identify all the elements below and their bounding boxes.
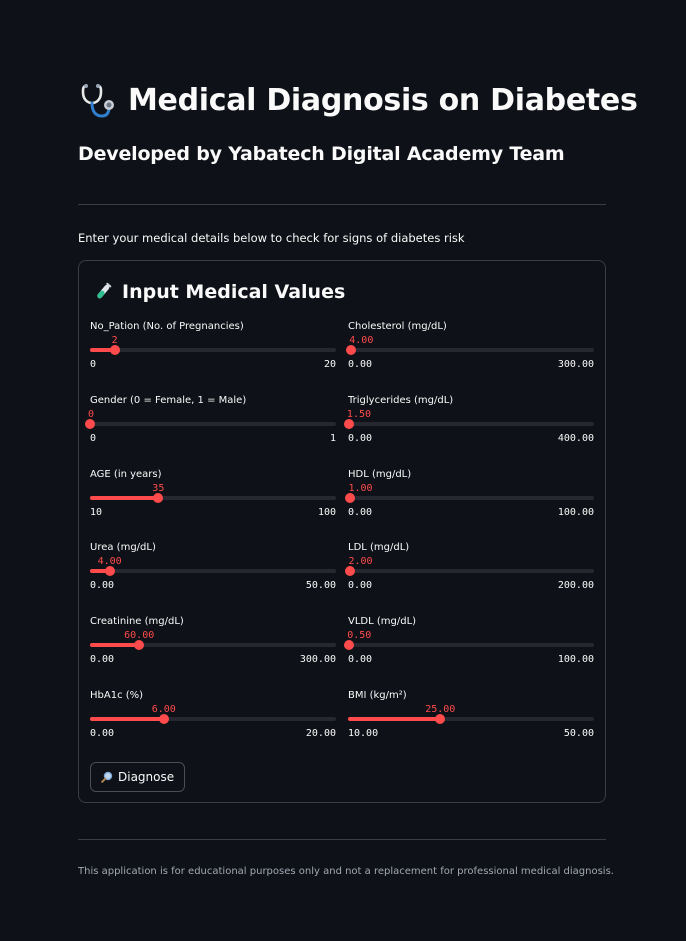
slider-track[interactable]: [345, 566, 594, 576]
test-tube-icon: [97, 282, 112, 299]
diagnose-button[interactable]: Diagnose: [90, 762, 186, 792]
slider-min-label: 0.00: [90, 654, 115, 665]
slider-max-label: 20: [323, 359, 336, 370]
form-heading-label: Input Medical Values: [122, 281, 346, 303]
slider-max-label: 100.00: [557, 507, 594, 518]
slider-min-label: 0.00: [348, 654, 373, 665]
slider-min-label: 0.00: [90, 728, 115, 739]
slider-label: Gender (0 = Female, 1 = Male): [90, 395, 247, 406]
disclaimer-text: This application is for educational purp…: [78, 866, 614, 877]
slider-age[interactable]: AGE (in years) 35 10 100: [90, 469, 336, 525]
slider-min-label: 0.00: [348, 433, 373, 444]
slider-thumb[interactable]: [153, 493, 164, 503]
app-page: Medical Diagnosis on Diabetes Developed …: [0, 0, 686, 941]
slider-thumb[interactable]: [346, 345, 357, 355]
slider-bmi[interactable]: BMI (kg/m²) 25.00 10.00 50.00: [348, 690, 594, 746]
slider-thumb[interactable]: [345, 566, 356, 576]
slider-thumb[interactable]: [104, 566, 115, 576]
slider-fill: [90, 643, 140, 647]
magnifier-icon: [101, 771, 113, 783]
slider-max-label: 300.00: [557, 359, 594, 370]
slider-track[interactable]: [90, 345, 336, 355]
slider-max-label: 50.00: [305, 580, 336, 591]
slider-triglycerides[interactable]: Triglycerides (mg/dL) 1.50 0.00 400.00: [343, 395, 594, 451]
slider-track[interactable]: [343, 419, 594, 429]
slider-min-label: 0.00: [348, 359, 373, 370]
slider-max-label: 400.00: [557, 433, 594, 444]
slider-label: Triglycerides (mg/dL): [348, 395, 454, 406]
form-heading: Input Medical Values: [92, 281, 345, 303]
slider-no-pation[interactable]: No_Pation (No. of Pregnancies) 2 0 20: [90, 321, 336, 377]
slider-track[interactable]: [90, 640, 336, 650]
slider-thumb[interactable]: [435, 714, 446, 724]
stethoscope-icon: [81, 84, 114, 118]
slider-max-label: 200.00: [557, 580, 594, 591]
slider-max-label: 1: [329, 433, 336, 444]
slider-thumb[interactable]: [134, 640, 145, 650]
slider-label: VLDL (mg/dL): [348, 616, 417, 627]
slider-track[interactable]: [90, 714, 336, 724]
slider-label: AGE (in years): [90, 469, 162, 480]
slider-vldl[interactable]: VLDL (mg/dL) 0.50 0.00 100.00: [344, 616, 594, 672]
input-form: Input Medical Values No_Pation (No. of P…: [78, 260, 606, 803]
slider-fill: [348, 717, 441, 721]
slider-track[interactable]: [85, 419, 336, 429]
slider-fill: [90, 717, 164, 721]
slider-max-label: 100.00: [557, 654, 594, 665]
slider-label: No_Pation (No. of Pregnancies): [90, 321, 244, 332]
page-title: Medical Diagnosis on Diabetes: [128, 82, 638, 118]
divider-top: [78, 204, 606, 205]
slider-hba1c[interactable]: HbA1c (%) 6.00 0.00 20.00: [90, 690, 336, 746]
slider-creatinine[interactable]: Creatinine (mg/dL) 60.00 0.00 300.00: [90, 616, 336, 672]
slider-min-label: 0.00: [348, 507, 373, 518]
slider-label: HbA1c (%): [90, 690, 144, 701]
slider-thumb[interactable]: [344, 640, 355, 650]
slider-cholesterol[interactable]: Cholesterol (mg/dL) 4.00 0.00 300.00: [346, 321, 594, 377]
diagnose-button-label: Diagnose: [118, 770, 175, 784]
slider-max-label: 100: [317, 507, 336, 518]
slider-label: Creatinine (mg/dL): [90, 616, 184, 627]
slider-hdl[interactable]: HDL (mg/dL) 1.00 0.00 100.00: [345, 469, 594, 525]
slider-label: LDL (mg/dL): [348, 542, 410, 553]
slider-gender[interactable]: Gender (0 = Female, 1 = Male) 0 0 1: [85, 395, 336, 451]
slider-label: HDL (mg/dL): [348, 469, 412, 480]
slider-track[interactable]: [90, 566, 336, 576]
slider-thumb[interactable]: [345, 493, 356, 503]
page-subtitle: Developed by Yabatech Digital Academy Te…: [78, 143, 565, 165]
slider-track[interactable]: [344, 640, 594, 650]
slider-min-label: 0: [90, 359, 97, 370]
slider-ldl[interactable]: LDL (mg/dL) 2.00 0.00 200.00: [345, 542, 594, 598]
slider-thumb[interactable]: [343, 419, 354, 429]
slider-min-label: 10.00: [348, 728, 379, 739]
slider-min-label: 0.00: [90, 580, 115, 591]
page-header: Medical Diagnosis on Diabetes: [78, 80, 638, 120]
intro-text: Enter your medical details below to chec…: [78, 231, 465, 245]
slider-max-label: 300.00: [299, 654, 336, 665]
slider-track[interactable]: [348, 714, 594, 724]
slider-label: BMI (kg/m²): [348, 690, 407, 701]
slider-track[interactable]: [345, 493, 594, 503]
slider-max-label: 50.00: [563, 728, 594, 739]
slider-thumb[interactable]: [158, 714, 169, 724]
slider-urea[interactable]: Urea (mg/dL) 4.00 0.00 50.00: [90, 542, 336, 598]
slider-thumb[interactable]: [109, 345, 120, 355]
slider-thumb[interactable]: [85, 419, 95, 429]
divider-bottom: [78, 839, 606, 840]
slider-min-label: 10: [90, 507, 103, 518]
slider-label: Cholesterol (mg/dL): [348, 321, 447, 332]
slider-min-label: 0.00: [348, 580, 373, 591]
slider-fill: [90, 496, 159, 500]
slider-max-label: 20.00: [305, 728, 336, 739]
slider-track[interactable]: [90, 493, 336, 503]
slider-label: Urea (mg/dL): [90, 542, 156, 553]
slider-min-label: 0: [90, 433, 97, 444]
slider-track[interactable]: [346, 345, 594, 355]
